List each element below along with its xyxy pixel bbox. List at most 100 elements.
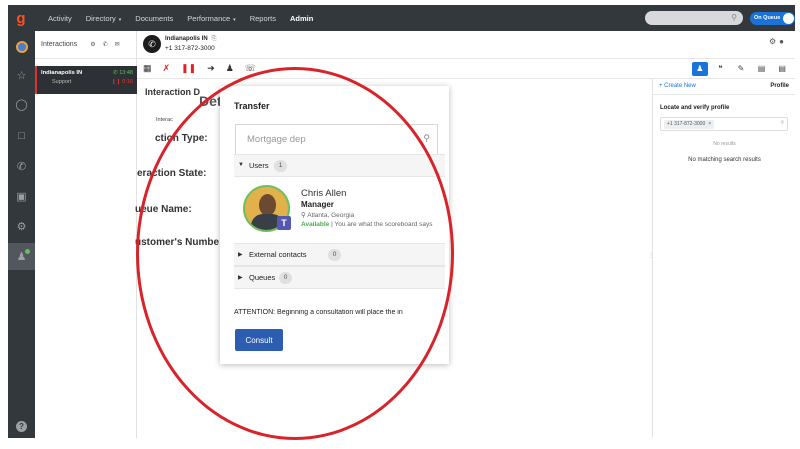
user-status-icon[interactable] [8, 33, 35, 60]
no-match-text: No matching search results [688, 157, 761, 163]
location-pin-icon: ⚲ [301, 212, 306, 219]
settings-icon[interactable]: ⚙ [90, 41, 95, 48]
active-indicator [35, 66, 37, 94]
interaction-card[interactable]: Indianapolis IN Support ✆ 13:48 ❙❙ 0:16 [35, 66, 137, 94]
nav-performance[interactable]: Performance ▾ [187, 14, 235, 23]
consult-icon[interactable]: ♟ [226, 63, 234, 74]
settings-icon[interactable]: ⚙ [8, 213, 35, 240]
interactions-title: Interactions [41, 41, 78, 48]
chevron-right-icon: ▶ [238, 275, 243, 281]
edit-icon[interactable]: ✎ [733, 62, 749, 76]
no-results-text: No results [713, 141, 736, 147]
attention-message: ATTENTION: Beginning a consultation will… [234, 309, 403, 316]
hangup-icon[interactable]: ☏ [245, 63, 256, 74]
mute-icon[interactable]: ✗ [163, 63, 171, 74]
external-count-badge: 0 [328, 249, 341, 261]
queues-section-header[interactable]: ▶ Queues 0 [234, 266, 445, 289]
script-icon[interactable]: ▤ [774, 62, 790, 76]
phone-chip[interactable]: +1 317-872-3000 × [664, 120, 715, 129]
user-name: Chris Allen [301, 188, 347, 199]
nav-directory[interactable]: Directory ▾ [86, 14, 122, 23]
hold-duration: ❙❙ 0:16 [111, 79, 133, 85]
teams-badge-icon: T [277, 216, 291, 230]
transfer-search-box: ⚲ [235, 124, 438, 155]
queue-status-label: On Queue [754, 14, 781, 21]
consult-button[interactable]: Consult [235, 329, 283, 351]
user-location: ⚲ Atlanta, Georgia [301, 212, 355, 219]
locate-profile-heading: Locate and verify profile [660, 105, 730, 111]
caller-number: +1 317-872-3000 [165, 45, 215, 52]
right-toolbar: ♟ ❝ ✎ ▤ ▤ [652, 59, 795, 79]
field-interaction-type: ction Type: [155, 133, 208, 144]
call-toolbar: ▦ ✗ ❚❚ ➜ ♟ ☏ [137, 59, 652, 79]
nav-reports[interactable]: Reports [250, 14, 276, 23]
video-icon[interactable]: □ [8, 122, 35, 149]
calendar-icon[interactable]: ▤ [754, 62, 770, 76]
chevron-down-icon: ▾ [118, 16, 122, 23]
transfer-icon[interactable]: ➜ [207, 63, 215, 74]
create-new-link[interactable]: + Create New [659, 83, 696, 89]
remove-chip-icon[interactable]: × [708, 121, 711, 127]
profile-icon[interactable]: ♟ [692, 61, 708, 76]
hold-icon[interactable]: ❚❚ [181, 63, 196, 74]
phone-icon: ✆ [143, 35, 161, 53]
interaction-queue: Support [52, 79, 72, 85]
chevron-right-icon: ▶ [238, 252, 243, 258]
toggle-knob [783, 13, 794, 24]
global-search-input[interactable]: ⚲ [645, 11, 743, 25]
panel-resize-handle[interactable]: ⋮ [648, 252, 654, 266]
on-queue-toggle[interactable]: On Queue [750, 12, 795, 25]
external-contacts-label: External contacts [249, 250, 307, 259]
interactions-header: Interactions ⚙ ✆ ✉ [35, 31, 136, 59]
inbox-icon[interactable]: ▣ [8, 183, 35, 210]
users-section-header[interactable]: ▼ Users 1 [234, 154, 445, 177]
details-subheading: Interac [156, 117, 173, 123]
settings-icon[interactable]: ⚙ [769, 37, 779, 46]
left-rail: ☆ ◯ □ ✆ ▣ ⚙ ♟ ? [8, 31, 35, 438]
queues-count-badge: 0 [279, 272, 292, 284]
help-icon[interactable]: ? [8, 413, 35, 440]
chevron-down-icon: ▼ [238, 162, 244, 168]
transfer-dialog: Transfer ⚲ ▼ Users 1 T Chris Allen Manag… [220, 86, 449, 364]
email-icon[interactable]: ✉ [115, 41, 120, 48]
field-customer-number: ustomer's Numbe [135, 237, 220, 248]
caller-name: Indianapolis IN ⎘ [165, 36, 217, 42]
copy-icon[interactable]: ⎘ [212, 36, 217, 42]
transfer-title: Transfer [234, 101, 270, 111]
interaction-name: Indianapolis IN [41, 70, 83, 76]
chevron-down-icon: ▾ [233, 16, 236, 23]
call-header: ✆ Indianapolis IN ⎘ +1 317-872-3000 ⚙● [137, 31, 795, 59]
search-icon: ⚲ [731, 13, 737, 22]
profile-panel-header: + Create New Profile [653, 79, 795, 95]
status-available: Available [301, 221, 330, 228]
star-icon[interactable]: ☆ [8, 62, 35, 89]
chat-icon[interactable]: ◯ [8, 91, 35, 118]
avatar-face [259, 194, 276, 216]
app-frame: g Activity Directory ▾ Documents Performa… [0, 0, 800, 449]
transfer-search-input[interactable] [236, 125, 406, 154]
dialpad-icon[interactable]: ▦ [143, 63, 152, 74]
nav-activity[interactable]: Activity [48, 14, 72, 23]
agent-icon[interactable]: ♟ [8, 243, 35, 270]
queues-label: Queues [249, 273, 276, 282]
users-label: Users [249, 161, 269, 170]
user-result-card[interactable]: T Chris Allen Manager ⚲ Atlanta, Georgia… [234, 178, 445, 240]
quote-icon[interactable]: ❝ [713, 62, 729, 76]
field-interaction-state: eraction State: [137, 168, 207, 179]
nav-admin[interactable]: Admin [290, 14, 313, 23]
users-count-badge: 1 [274, 160, 287, 172]
external-contacts-section-header[interactable]: ▶ External contacts 0 [234, 243, 445, 266]
profile-panel: + Create New Profile Locate and verify p… [652, 79, 795, 438]
search-icon: ⚲ [423, 133, 430, 143]
top-nav: g Activity Directory ▾ Documents Performa… [8, 5, 795, 31]
search-icon: ⚲ [780, 120, 784, 126]
phone-icon[interactable]: ✆ [8, 153, 35, 180]
user-status: Available | You are what the scoreboard … [301, 221, 433, 228]
field-queue-name: ueue Name: [135, 204, 192, 215]
expand-icon[interactable]: ● [779, 37, 787, 46]
active-dot [25, 249, 30, 254]
genesys-logo-icon[interactable]: g [8, 5, 34, 31]
phone-icon[interactable]: ✆ [103, 41, 108, 48]
profile-search-input[interactable]: +1 317-872-3000 × ⚲ [660, 117, 788, 131]
nav-documents[interactable]: Documents [135, 14, 173, 23]
